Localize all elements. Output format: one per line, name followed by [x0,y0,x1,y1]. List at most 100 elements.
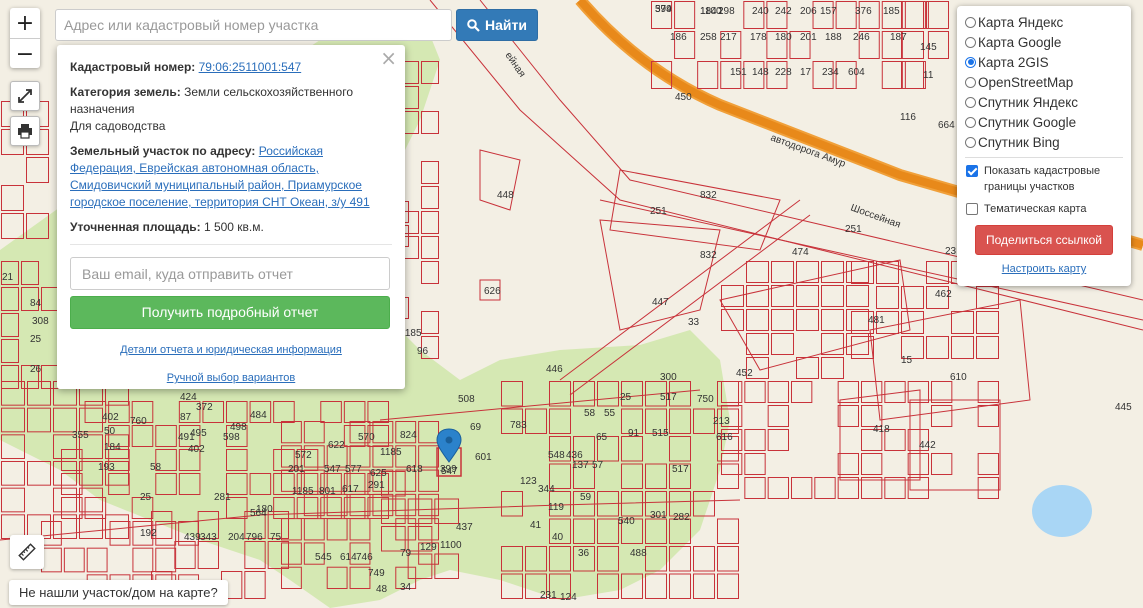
layer-switcher: Карта Яндекс Карта Google Карта 2GIS OpenSt… [957,6,1131,286]
parcel-number-label: 452 [736,368,753,379]
parcel-number-label: 474 [792,247,809,258]
parcel-number-label: 228 [775,67,792,78]
parcel-number-label: 418 [873,424,890,435]
layer-radio[interactable] [965,36,976,48]
parcel-number-label: 376 [855,6,872,17]
search-button[interactable]: Найти [456,9,538,41]
parcel-number-label: 547 [324,464,341,475]
parcel-number-label: 206 [800,6,817,17]
parcel-number-label: 34 [400,582,412,593]
parcel-number-label: 129 [420,542,437,553]
parcel-number-label: 424 [180,392,197,403]
layer-option[interactable]: OpenStreetMap [965,72,1123,92]
layer-option[interactable]: Карта 2GIS [965,52,1123,72]
parcel-number-label: 59 [580,492,592,503]
map-pin-dot [445,436,453,444]
parcel-number-label: 572 [295,450,312,461]
usage-value: Для садоводства [70,119,166,133]
parcel-number-label: 36 [578,548,590,559]
parcel-number-label: 234 [822,67,839,78]
parcel-number-label: 484 [250,410,267,421]
address-row: Земельный участок по адресу: Российская … [70,143,392,211]
divider [70,244,392,245]
parcel-number-label: 548 [548,450,565,461]
parcel-number-label: 570 [358,432,375,443]
layer-radio[interactable] [965,76,976,88]
parcel-number-label: 540 [618,516,635,527]
details-link[interactable]: Детали отчета и юридическая информация [120,344,342,356]
parcel-number-label: 300 [660,372,677,383]
parcel-number-label: 145 [920,42,937,53]
ruler-button[interactable] [10,535,44,569]
zoom-in-button[interactable]: + [10,8,40,38]
selected-parcel-label: 547 [441,466,458,477]
parcel-number-label: 242 [775,6,792,17]
parcel-number-label: 616 [716,432,733,443]
parcel-number-label: 231 [540,590,557,601]
parcel-number-label: 301 [650,510,667,521]
search-icon [467,18,480,32]
zoom-out-button[interactable]: − [10,38,40,69]
get-report-button[interactable]: Получить подробный отчет [70,296,390,329]
layer-option[interactable]: Спутник Google [965,112,1123,132]
share-link-button[interactable]: Поделиться ссылкой [975,225,1113,255]
layer-radio[interactable] [965,56,976,68]
thematic-label: Тематическая карта [984,203,1087,215]
layer-radio[interactable] [965,116,976,128]
parcel-number-label: 760 [130,416,147,427]
layer-option-label: Карта 2GIS [978,54,1049,70]
show-borders-checkbox[interactable] [966,165,978,177]
parcel-number-label: 604 [848,67,865,78]
not-found-button[interactable]: Не нашли участок/дом на карте? [9,580,228,605]
parcel-number-label: 151 [730,67,747,78]
configure-map-link[interactable]: Настроить карту [1002,263,1087,275]
layer-radio[interactable] [965,136,976,148]
layer-option-label: Спутник Яндекс [978,94,1079,110]
close-icon[interactable]: × [380,48,397,68]
layer-option[interactable]: Карта Google [965,32,1123,52]
parcel-number-label: 25 [30,334,42,345]
parcel-number-label: 75 [270,532,282,543]
show-borders-label: Показать кадастровые границы участков [984,165,1101,193]
layer-radio[interactable] [965,16,976,28]
parcel-number-label: 832 [700,190,717,201]
parcel-number-label: 749 [368,568,385,579]
parcel-number-label: 217 [720,32,737,43]
parcel-number-label: 783 [510,420,527,431]
manual-selection-link[interactable]: Ручной выбор вариантов [167,372,295,384]
show-borders-option[interactable]: Показать кадастровые границы участков [965,163,1123,195]
layer-option[interactable]: Спутник Bing [965,132,1123,152]
parcel-number-label: 25 [620,392,632,403]
thematic-option[interactable]: Тематическая карта [965,201,1123,217]
parcel-number-label: 246 [853,32,870,43]
parcel-number-label: 355 [72,430,89,441]
parcel-number-label: 65 [596,432,608,443]
ruler-icon [18,543,36,561]
parcel-number-label: 664 [938,120,955,131]
layer-option[interactable]: Спутник Яндекс [965,92,1123,112]
parcel-number-label: 282 [673,512,690,523]
parcel-number-label: 545 [315,552,332,563]
fullscreen-button[interactable] [10,81,40,111]
layer-option[interactable]: Карта Яндекс [965,12,1123,32]
parcel-number-label: 184 [104,442,121,453]
parcel-number-label: 178 [750,32,767,43]
thematic-checkbox[interactable] [966,203,978,215]
parcel-number-label: 281 [214,492,231,503]
layer-option-label: OpenStreetMap [978,74,1074,90]
parcel-number-label: 447 [652,297,669,308]
search-input[interactable] [55,9,452,41]
cadastral-link[interactable]: 79:06:2511001:547 [199,60,302,74]
layer-radio[interactable] [965,96,976,108]
print-button[interactable] [10,116,40,146]
parcel-number-label: 91 [628,428,640,439]
cadastral-label: Кадастровый номер: [70,60,196,74]
category-label: Категория земель: [70,85,181,99]
parcel-number-label: 445 [1115,402,1132,413]
details-link-row: Детали отчета и юридическая информация [70,342,392,359]
parcel-number-label: 481 [868,315,885,326]
parcel-number-label: 186 [670,32,687,43]
parcel-number-label: 124 [560,592,577,603]
parcel-number-label: 213 [713,416,730,427]
email-field[interactable] [70,257,390,290]
